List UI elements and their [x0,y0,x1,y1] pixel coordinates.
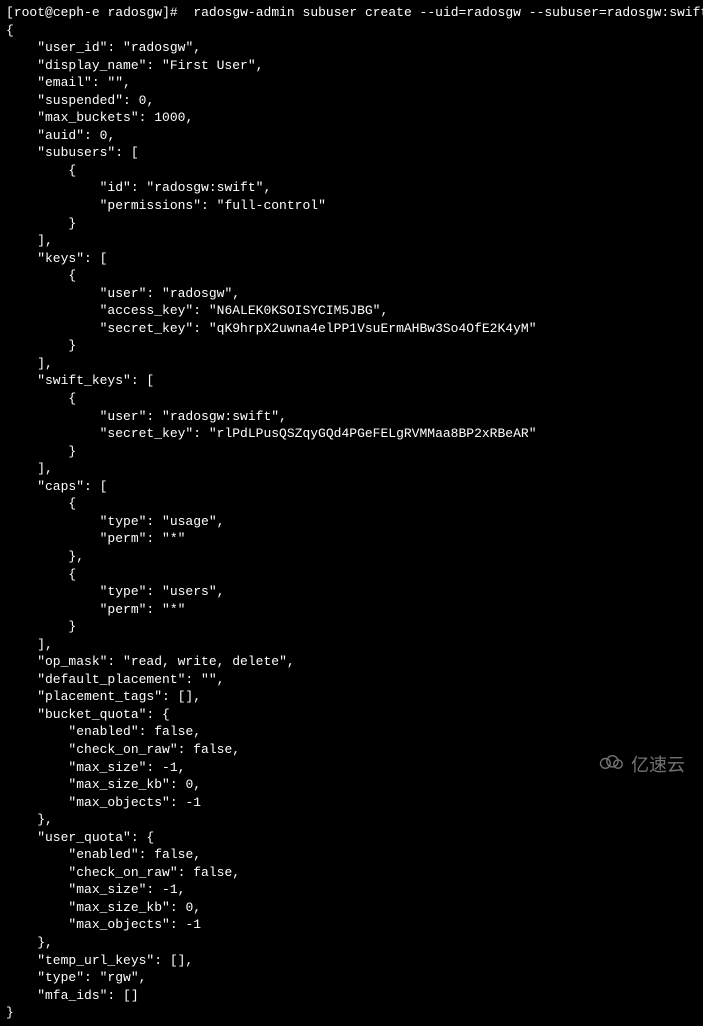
prompt-line: [root@ceph-e radosgw]# radosgw-admin sub… [6,5,703,20]
watermark: 亿速云 [597,753,685,777]
watermark-text: 亿速云 [631,753,685,777]
terminal-output[interactable]: [root@ceph-e radosgw]# radosgw-admin sub… [0,0,703,1026]
json-output: { "user_id": "radosgw", "display_name": … [6,23,537,1021]
command-text: radosgw-admin subuser create --uid=rados… [193,5,703,20]
cloud-icon [597,753,625,777]
